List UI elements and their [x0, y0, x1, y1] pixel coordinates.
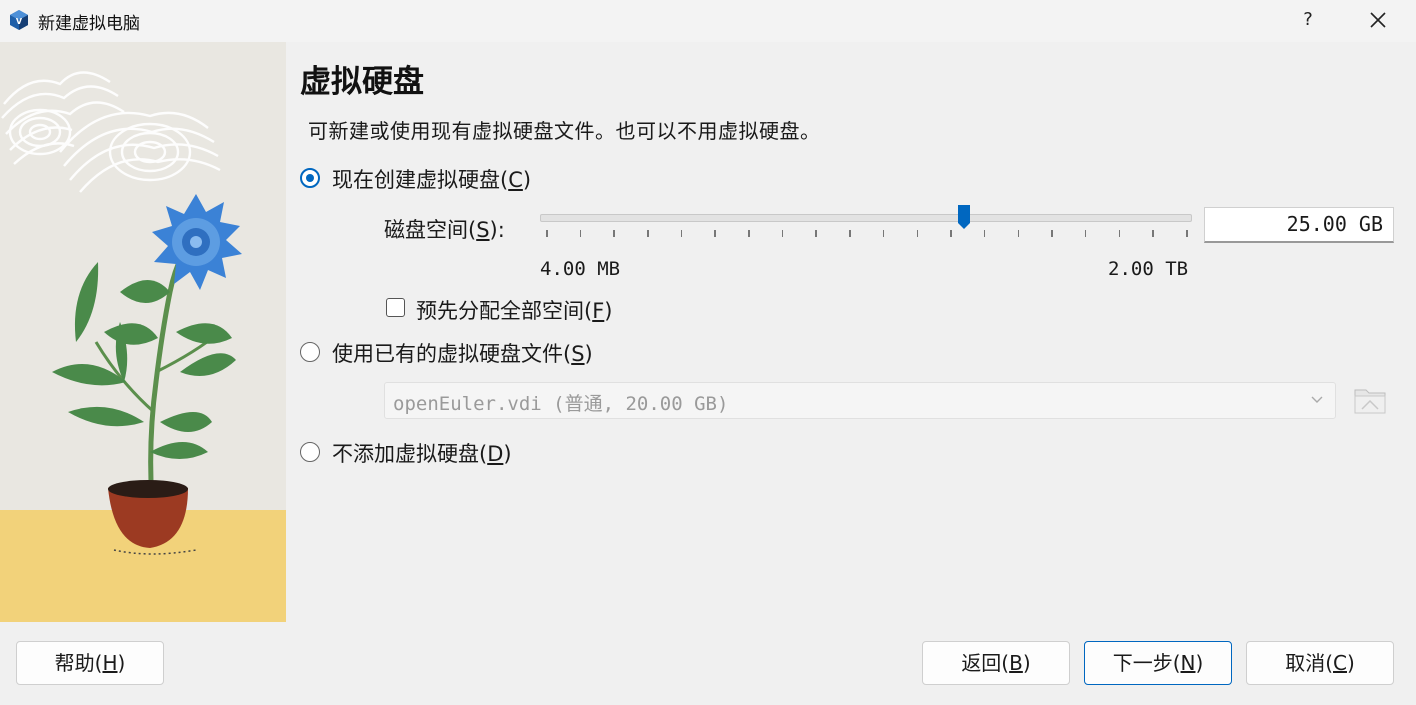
help-title-button[interactable]: ? [1292, 5, 1324, 35]
close-button[interactable] [1360, 5, 1396, 35]
prealloc-label[interactable]: 预先分配全部空间(F) [416, 295, 613, 325]
cancel-button[interactable]: 取消(C) [1246, 641, 1394, 685]
slider-track[interactable] [540, 214, 1192, 222]
virtualbox-app-icon: V [10, 10, 28, 30]
disk-size-input[interactable]: 25.00 GB [1204, 207, 1394, 243]
slider-tick [1118, 230, 1121, 237]
create-disk-label[interactable]: 现在创建虚拟硬盘(C) [332, 164, 531, 194]
slider-tick [882, 230, 885, 237]
slider-tick [680, 230, 683, 237]
close-icon [1370, 12, 1386, 28]
help-button[interactable]: 帮助(H) [16, 641, 164, 685]
button-bar: 帮助(H) 返回(B) 下一步(N) 取消(C) [0, 622, 1416, 705]
chevron-down-icon [1311, 396, 1323, 403]
disk-size-slider[interactable] [540, 202, 1194, 240]
next-button[interactable]: 下一步(N) [1084, 641, 1232, 685]
use-existing-label[interactable]: 使用已有的虚拟硬盘文件(S) [332, 338, 593, 368]
create-disk-radio[interactable] [300, 168, 320, 188]
wizard-content: 虚拟硬盘 可新建或使用现有虚拟硬盘文件。也可以不用虚拟硬盘。 现在创建虚拟硬盘(… [286, 42, 1412, 622]
slider-tick [950, 230, 952, 237]
folder-browse-icon[interactable] [1352, 382, 1388, 418]
page-title: 虚拟硬盘 [300, 64, 424, 100]
slider-tick [1017, 230, 1020, 237]
slider-tick [983, 230, 986, 237]
size-min-label: 4.00 MB [540, 258, 621, 280]
slider-tick [714, 230, 716, 237]
no-disk-radio[interactable] [300, 442, 320, 462]
slider-tick [546, 230, 548, 237]
window-title: 新建虚拟电脑 [38, 14, 140, 34]
slider-tick [748, 230, 750, 237]
slider-tick [1186, 230, 1188, 237]
page-description: 可新建或使用现有虚拟硬盘文件。也可以不用虚拟硬盘。 [308, 119, 821, 143]
use-existing-radio[interactable] [300, 342, 320, 362]
slider-tick [647, 230, 649, 237]
slider-tick [916, 230, 919, 237]
svg-text:V: V [16, 17, 23, 26]
existing-disk-value: openEuler.vdi (普通, 20.00 GB) [393, 393, 729, 415]
slider-tick [1051, 230, 1053, 237]
no-disk-label[interactable]: 不添加虚拟硬盘(D) [332, 438, 512, 468]
existing-disk-select[interactable]: openEuler.vdi (普通, 20.00 GB) [384, 382, 1336, 419]
slider-tick [1084, 230, 1087, 237]
slider-tick [579, 230, 582, 237]
size-max-label: 2.00 TB [1108, 258, 1189, 280]
slider-handle[interactable] [957, 204, 971, 230]
title-bar: V 新建虚拟电脑 ? [0, 0, 1416, 42]
prealloc-checkbox[interactable] [386, 298, 405, 317]
slider-tick [849, 230, 851, 237]
slider-tick [613, 230, 615, 237]
wizard-illustration [0, 42, 286, 622]
slider-tick [781, 230, 784, 237]
disk-size-label: 磁盘空间(S): [384, 218, 505, 242]
slider-tick [1152, 230, 1154, 237]
plant-illustration [0, 42, 286, 622]
back-button[interactable]: 返回(B) [922, 641, 1070, 685]
slider-tick [815, 230, 817, 237]
